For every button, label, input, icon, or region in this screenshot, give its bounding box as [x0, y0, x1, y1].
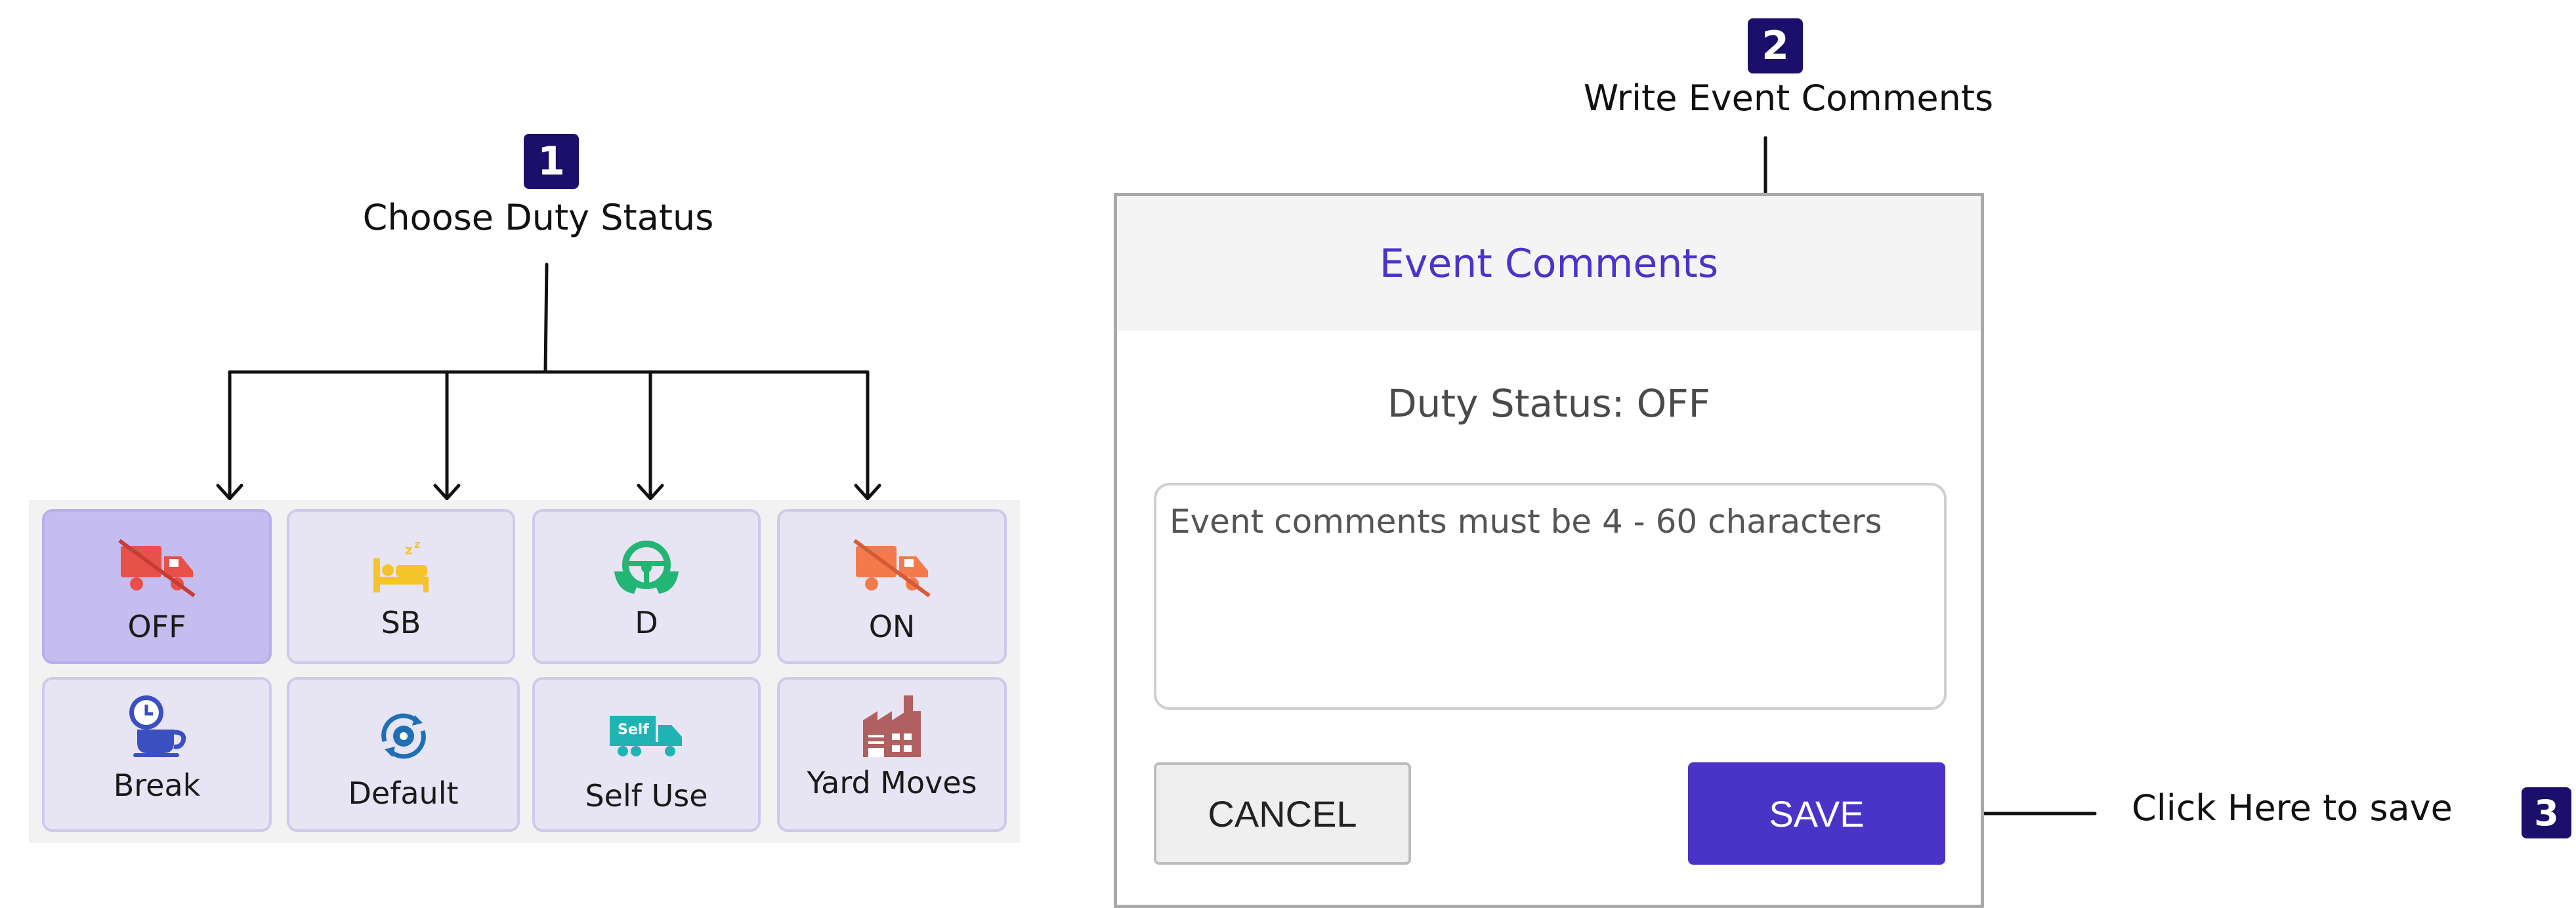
coffee-break-icon [124, 693, 190, 758]
duty-tile-default[interactable]: Default [287, 677, 520, 832]
duty-tile-self-use[interactable]: Self Self Use [532, 677, 761, 832]
duty-tile-d[interactable]: D [532, 509, 761, 664]
event-comments-input[interactable] [1154, 483, 1947, 710]
self-truck-icon: Self [607, 703, 686, 769]
svg-text:z: z [405, 542, 413, 558]
duty-tile-label: Self Use [585, 778, 708, 814]
duty-status-panel: OFF z z SB D ON Break Default Self Self … [29, 500, 1020, 843]
duty-tile-label: Default [348, 775, 459, 811]
sleeper-bed-icon: z z [368, 535, 434, 601]
self-badge-text: Self [618, 722, 649, 738]
save-button[interactable]: SAVE [1688, 762, 1945, 865]
cancel-button[interactable]: CANCEL [1154, 762, 1411, 865]
duty-tile-label: ON [868, 609, 916, 644]
truck-off-icon [114, 535, 200, 601]
duty-tile-label: Break [113, 768, 201, 803]
duty-tile-sb[interactable]: z z SB [287, 509, 515, 664]
svg-text:z: z [414, 539, 420, 550]
dialog-title: Event Comments [1117, 196, 1981, 331]
duty-tile-yard-moves[interactable]: Yard Moves [777, 677, 1007, 832]
truck-on-icon [849, 535, 935, 601]
duty-tile-on[interactable]: ON [777, 509, 1007, 664]
duty-tile-label: SB [381, 605, 421, 640]
duty-tile-label: OFF [127, 609, 186, 644]
duty-tile-label: Yard Moves [807, 765, 977, 800]
gear-cycle-icon [374, 703, 433, 769]
steering-wheel-icon [610, 535, 683, 601]
duty-status-label: Duty Status: OFF [1387, 381, 1711, 426]
duty-tile-label: D [635, 605, 658, 640]
event-comments-dialog: Event Comments Duty Status: OFF CANCEL S… [1114, 193, 1984, 908]
duty-tile-off[interactable]: OFF [42, 509, 272, 664]
factory-icon [860, 693, 923, 758]
duty-tile-break[interactable]: Break [42, 677, 272, 832]
